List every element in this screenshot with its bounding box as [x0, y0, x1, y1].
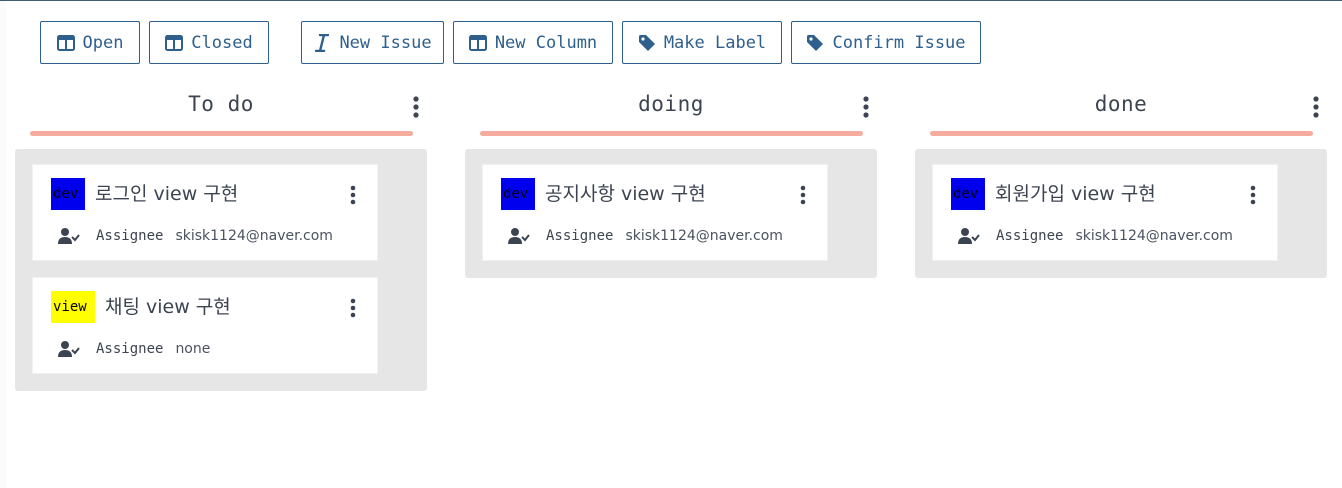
vertical-ellipsis-icon[interactable]	[1311, 96, 1321, 118]
toolbar: Open Closed New Issue New Column Make La…	[0, 21, 1342, 64]
column-title: To do	[188, 92, 254, 116]
new-issue-button[interactable]: New Issue	[301, 21, 444, 64]
tag-icon	[638, 34, 656, 52]
make-label-button[interactable]: Make Label	[622, 21, 782, 64]
top-border	[0, 0, 1342, 1]
vertical-ellipsis-icon[interactable]	[861, 96, 871, 118]
column-todo: To do dev 로그인 view 구현 Assignee skisk1124…	[15, 88, 427, 391]
make-label-button-label: Make Label	[663, 32, 767, 53]
closed-button-label: Closed	[191, 32, 253, 53]
column-underline	[480, 131, 863, 136]
columns-icon	[468, 34, 487, 52]
italic-i-icon	[313, 33, 331, 52]
issue-label-badge: view	[51, 291, 95, 323]
columns-icon	[56, 34, 75, 52]
issue-title: 로그인 view 구현	[95, 183, 239, 205]
issue-title: 회원가입 view 구현	[995, 183, 1156, 205]
vertical-ellipsis-icon[interactable]	[411, 96, 421, 118]
assignee-row: Assignee skisk1124@naver.com	[958, 227, 1233, 245]
column-underline	[30, 131, 413, 136]
new-column-button-label: New Column	[494, 32, 598, 53]
assignee-label: Assignee	[96, 341, 164, 357]
user-check-icon	[58, 341, 80, 357]
column-body: dev 로그인 view 구현 Assignee skisk1124@naver…	[15, 149, 427, 391]
vertical-ellipsis-icon[interactable]	[349, 185, 357, 205]
confirm-issue-button-label: Confirm Issue	[832, 32, 966, 53]
vertical-ellipsis-icon[interactable]	[1249, 185, 1257, 205]
issue-label-badge: dev	[501, 178, 535, 210]
assignee-value: none	[175, 341, 211, 357]
issue-card[interactable]: dev 공지사항 view 구현 Assignee skisk1124@nave…	[482, 164, 828, 261]
issue-label-badge: dev	[951, 178, 985, 210]
confirm-issue-button[interactable]: Confirm Issue	[791, 21, 981, 64]
open-button[interactable]: Open	[40, 21, 140, 64]
vertical-ellipsis-icon[interactable]	[349, 298, 357, 318]
issue-card[interactable]: view 채팅 view 구현 Assignee none	[32, 277, 378, 374]
column-body: dev 회원가입 view 구현 Assignee skisk1124@nave…	[915, 149, 1327, 278]
user-check-icon	[58, 228, 80, 244]
user-check-icon	[958, 228, 980, 244]
column-body: dev 공지사항 view 구현 Assignee skisk1124@nave…	[465, 149, 877, 278]
assignee-value: skisk1124@naver.com	[1075, 228, 1233, 244]
issue-title: 채팅 view 구현	[105, 296, 231, 318]
left-edge	[0, 1, 6, 488]
assignee-value: skisk1124@naver.com	[625, 228, 783, 244]
column-underline	[930, 131, 1313, 136]
assignee-label: Assignee	[546, 228, 614, 244]
column-title: doing	[638, 92, 704, 116]
vertical-ellipsis-icon[interactable]	[799, 185, 807, 205]
column-header: done	[915, 88, 1327, 132]
new-column-button[interactable]: New Column	[453, 21, 613, 64]
column-title: done	[1094, 92, 1148, 116]
open-button-label: Open	[82, 32, 124, 53]
columns-icon	[165, 34, 184, 52]
user-check-icon	[508, 228, 530, 244]
new-issue-button-label: New Issue	[339, 32, 432, 53]
tag-icon	[806, 34, 824, 52]
column-header: doing	[465, 88, 877, 132]
assignee-row: Assignee skisk1124@naver.com	[508, 227, 783, 245]
assignee-label: Assignee	[96, 228, 164, 244]
issue-title: 공지사항 view 구현	[545, 183, 706, 205]
column-header: To do	[15, 88, 427, 132]
assignee-row: Assignee none	[58, 340, 210, 358]
assignee-row: Assignee skisk1124@naver.com	[58, 227, 333, 245]
column-done: done dev 회원가입 view 구현 Assignee skisk1124…	[915, 88, 1327, 278]
issue-card[interactable]: dev 회원가입 view 구현 Assignee skisk1124@nave…	[932, 164, 1278, 261]
issue-label-badge: dev	[51, 178, 85, 210]
column-doing: doing dev 공지사항 view 구현 Assignee skisk112…	[465, 88, 877, 278]
assignee-value: skisk1124@naver.com	[175, 228, 333, 244]
closed-button[interactable]: Closed	[149, 21, 269, 64]
issue-card[interactable]: dev 로그인 view 구현 Assignee skisk1124@naver…	[32, 164, 378, 261]
assignee-label: Assignee	[996, 228, 1064, 244]
